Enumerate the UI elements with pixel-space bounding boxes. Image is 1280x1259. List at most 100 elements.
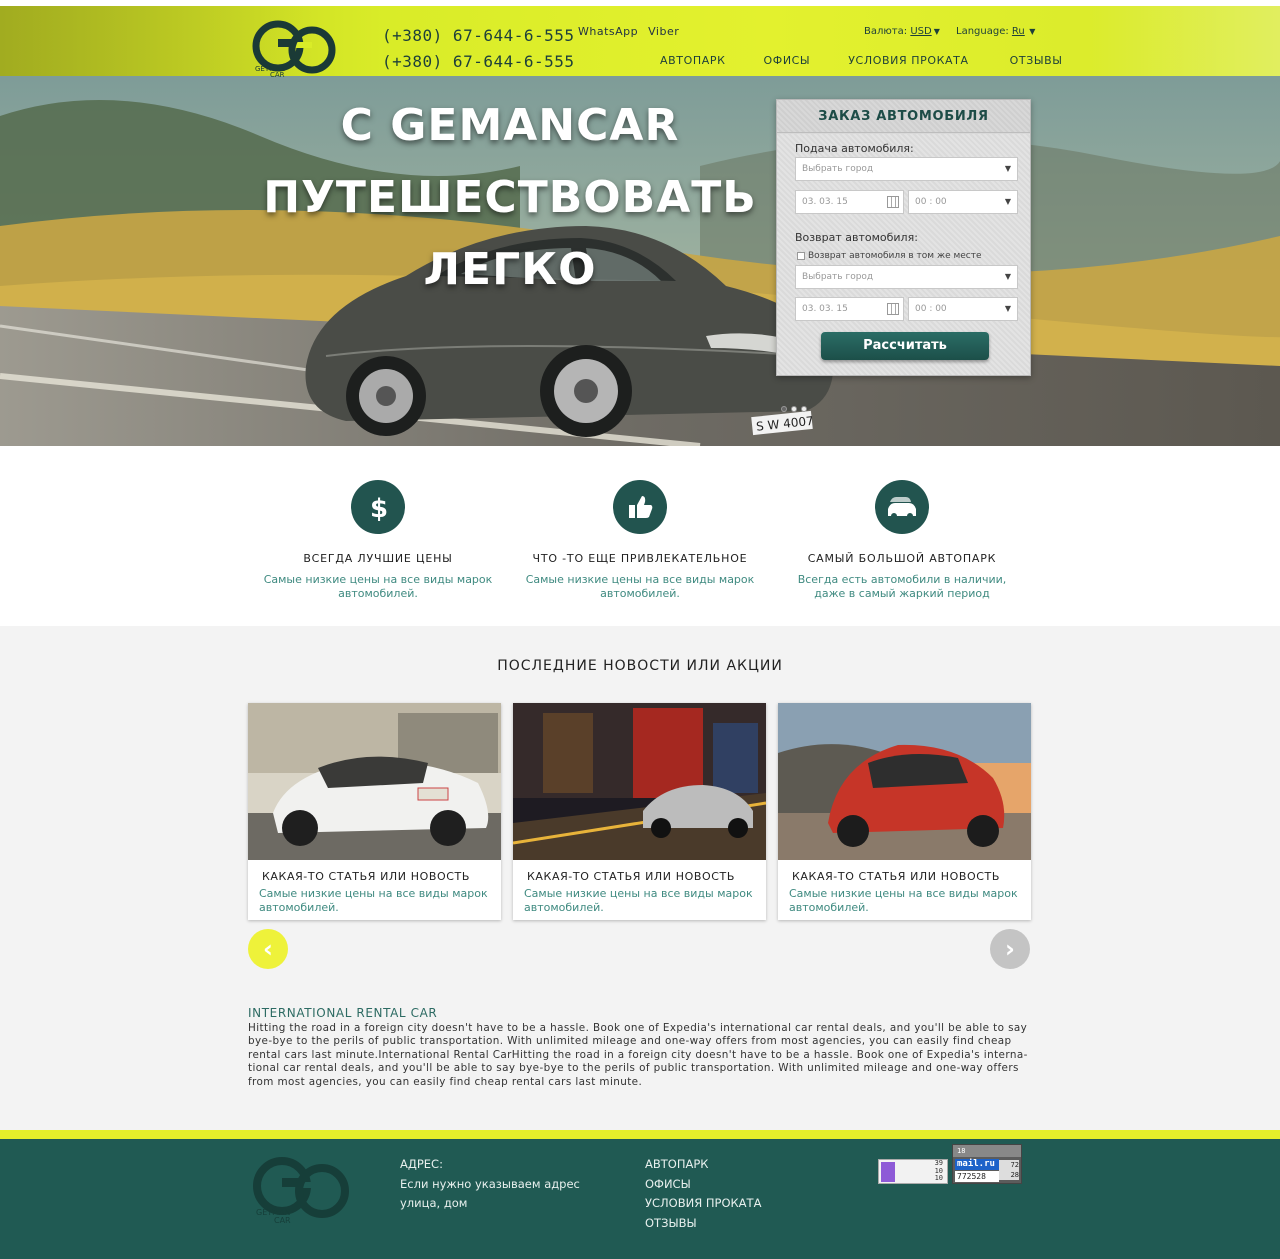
red-hatchback-photo[interactable]: [778, 703, 1031, 860]
site-header: GETMAN CAR (+380) 67-644-6-555 (+380) 67…: [0, 6, 1280, 79]
news-next-button[interactable]: ›: [990, 929, 1030, 969]
address-label: АДРЕС:: [400, 1157, 443, 1171]
phone-list: (+380) 67-644-6-555 (+380) 67-644-6-555: [382, 23, 575, 75]
cars-icon: [875, 480, 929, 534]
nav-item-reviews[interactable]: ОТЗЫВЫ: [1010, 54, 1063, 67]
chevron-down-icon: ▼: [1004, 272, 1011, 281]
language-selector[interactable]: Language: Ru ▼: [956, 26, 1035, 37]
mailru-counter-number: 772528: [955, 1171, 999, 1182]
news-card-text: Самые низкие цены на все виды марок авто…: [259, 887, 488, 914]
mailru-logo: mail.ru: [955, 1159, 999, 1170]
pickup-label: Подача автомобиля:: [795, 142, 914, 155]
news-card-title[interactable]: КАКАЯ-ТО СТАТЬЯ ИЛИ НОВОСТЬ: [262, 870, 470, 883]
thumbs-up-icon: [613, 480, 667, 534]
logo-text-2: CAR: [270, 71, 285, 78]
footer-nav: АВТОПАРК ОФИСЫ УСЛОВИЯ ПРОКАТА ОТЗЫВЫ: [645, 1155, 761, 1233]
white-sports-car-photo[interactable]: [248, 703, 501, 860]
return-time-value: 00 : 00: [915, 304, 947, 314]
features-section: $ ВСЕГДА ЛУЧШИЕ ЦЕНЫ Самые низкие цены н…: [0, 446, 1280, 626]
mailru-counter[interactable]: 18 mail.ru 772528 72 28: [952, 1144, 1022, 1184]
hero-title-line-3: ЛЕГКО: [423, 244, 597, 295]
phone-number[interactable]: (+380) 67-644-6-555: [382, 49, 575, 75]
mailru-counter-side-value: 28: [1010, 1171, 1019, 1179]
news-section-title: ПОСЛЕДНИЕ НОВОСТИ ИЛИ АКЦИИ: [497, 658, 783, 674]
currency-selector[interactable]: Валюта: USD ▼: [864, 26, 940, 37]
hero-slider: S W 4007 С GEMANCAR ПУТЕШЕСТВОВАТЬ ЛЕГКО: [0, 76, 1280, 446]
news-card-title[interactable]: КАКАЯ-ТО СТАТЬЯ ИЛИ НОВОСТЬ: [792, 870, 1000, 883]
whatsapp-link[interactable]: WhatsApp: [578, 25, 638, 38]
checkbox-icon[interactable]: [797, 251, 805, 260]
counter-value: 10: [934, 1174, 943, 1182]
news-card[interactable]: КАКАЯ-ТО СТАТЬЯ ИЛИ НОВОСТЬ Самые низкие…: [248, 703, 501, 920]
footer-nav-rental-terms[interactable]: УСЛОВИЯ ПРОКАТА: [645, 1194, 761, 1214]
pickup-city-select[interactable]: Выбрать город ▼: [795, 157, 1018, 181]
news-prev-button[interactable]: ‹: [248, 929, 288, 969]
hero-title-line-1: С GEMANCAR: [340, 100, 680, 151]
footer-nav-reviews[interactable]: ОТЗЫВЫ: [645, 1214, 761, 1234]
calendar-icon[interactable]: [887, 196, 899, 208]
phone-number[interactable]: (+380) 67-644-6-555: [382, 23, 575, 49]
site-logo[interactable]: GETMAN CAR: [252, 16, 338, 79]
caret-down-icon: ▼: [1026, 27, 1036, 36]
counter-logo-icon: [881, 1162, 895, 1182]
same-place-checkbox[interactable]: Возврат автомобиля в том же месте: [797, 251, 982, 261]
return-label: Возврат автомобиля:: [795, 231, 918, 244]
viber-link[interactable]: Viber: [648, 25, 679, 38]
news-card[interactable]: КАКАЯ-ТО СТАТЬЯ ИЛИ НОВОСТЬ Самые низкие…: [778, 703, 1031, 920]
mailru-counter-top: 18: [953, 1145, 1021, 1157]
news-card[interactable]: КАКАЯ-ТО СТАТЬЯ ИЛИ НОВОСТЬ Самые низкие…: [513, 703, 766, 920]
feature-text: Всегда есть автомобили в наличии, даже в…: [797, 573, 1007, 600]
feature-title: ЧТО -ТО ЕЩЕ ПРИВЛЕКАТЕЛЬНОЕ: [532, 552, 748, 565]
slider-dot[interactable]: [791, 406, 797, 412]
slider-dot[interactable]: [781, 406, 787, 412]
return-time-select[interactable]: 00 : 00 ▼: [908, 297, 1018, 321]
order-form-title: ЗАКАЗ АВТОМОБИЛЯ: [777, 100, 1030, 133]
svg-text:$: $: [370, 494, 388, 522]
site-footer: GETMAN CAR АДРЕС: Если нужно указываем а…: [0, 1139, 1280, 1259]
caret-down-icon: ▼: [933, 27, 940, 36]
feature-text: Самые низкие цены на все виды марок авто…: [263, 573, 493, 600]
footer-logo[interactable]: GETMAN CAR: [252, 1151, 352, 1225]
feature-text: Самые низкие цены на все виды марок авто…: [525, 573, 755, 600]
main-nav: АВТОПАРК ОФИСЫ УСЛОВИЯ ПРОКАТА ОТЗЫВЫ: [660, 54, 1063, 67]
nav-item-autopark[interactable]: АВТОПАРК: [660, 54, 726, 67]
nav-item-offices[interactable]: ОФИСЫ: [764, 54, 811, 67]
calendar-icon[interactable]: [887, 303, 899, 315]
feature-title: ВСЕГДА ЛУЧШИЕ ЦЕНЫ: [303, 552, 453, 565]
return-city-value: Выбрать город: [802, 272, 874, 282]
slider-dot[interactable]: [801, 406, 807, 412]
pickup-date-input[interactable]: 03. 03. 15: [795, 190, 904, 214]
chevron-right-icon: ›: [1005, 935, 1015, 963]
footer-nav-offices[interactable]: ОФИСЫ: [645, 1175, 761, 1195]
news-card-text: Самые низкие цены на все виды марок авто…: [524, 887, 753, 914]
hero-title-line-2: ПУТЕШЕСТВОВАТЬ: [263, 172, 757, 223]
slider-dots: [781, 406, 807, 412]
chevron-down-icon: ▼: [1004, 304, 1011, 313]
liveinternet-counter[interactable]: 39 10 10: [878, 1159, 948, 1184]
footer-accent-bar: [0, 1130, 1280, 1139]
footer-address: АДРЕС: Если нужно указываем адрес улица,…: [400, 1155, 580, 1214]
mailru-counter-side-value: 72: [1010, 1161, 1019, 1169]
chevron-down-icon: ▼: [1004, 164, 1011, 173]
feature-title: САМЫЙ БОЛЬШОЙ АВТОПАРК: [807, 552, 997, 565]
return-city-select[interactable]: Выбрать город ▼: [795, 265, 1018, 289]
nav-item-rental-terms[interactable]: УСЛОВИЯ ПРОКАТА: [848, 54, 968, 67]
return-date-input[interactable]: 03. 03. 15: [795, 297, 904, 321]
calculate-button[interactable]: Рассчитать: [821, 332, 989, 360]
footer-logo-text-2: CAR: [274, 1216, 291, 1225]
seo-text: Hitting the road in a foreign city doesn…: [248, 1022, 1028, 1088]
language-value[interactable]: Ru: [1012, 26, 1025, 37]
city-night-car-photo[interactable]: [513, 703, 766, 860]
dollar-icon: $: [351, 480, 405, 534]
address-line: улица, дом: [400, 1196, 468, 1210]
pickup-time-select[interactable]: 00 : 00 ▼: [908, 190, 1018, 214]
hero-car-image: S W 4007: [305, 226, 834, 437]
chevron-down-icon: ▼: [1004, 197, 1011, 206]
pickup-city-value: Выбрать город: [802, 164, 874, 174]
news-card-title[interactable]: КАКАЯ-ТО СТАТЬЯ ИЛИ НОВОСТЬ: [527, 870, 735, 883]
footer-nav-autopark[interactable]: АВТОПАРК: [645, 1155, 761, 1175]
currency-value[interactable]: USD: [910, 26, 931, 37]
address-line: Если нужно указываем адрес: [400, 1176, 580, 1191]
currency-label: Валюта:: [864, 26, 908, 37]
chevron-left-icon: ‹: [263, 935, 273, 963]
